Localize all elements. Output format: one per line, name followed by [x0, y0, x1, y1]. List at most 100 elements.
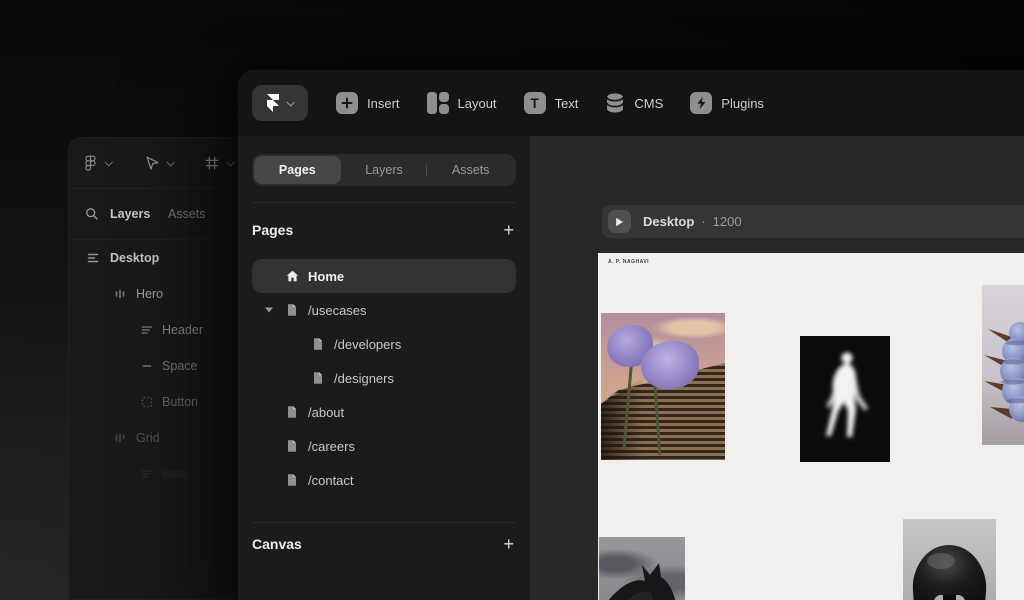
chevron-down-icon: [286, 98, 294, 106]
preview-play-button[interactable]: [608, 210, 631, 233]
horse-graphic: [599, 537, 685, 600]
framer-app-window: Insert Layout T Text CMS P: [238, 70, 1024, 600]
text-tool-icon: T: [524, 92, 546, 114]
xray-figure-graphic: [800, 336, 890, 462]
page-row-about[interactable]: /about: [252, 395, 516, 429]
plus-icon: [336, 92, 358, 114]
page-row-careers[interactable]: /careers: [252, 429, 516, 463]
page-icon: [286, 440, 298, 453]
cms-button[interactable]: CMS: [605, 92, 663, 114]
desktop-artboard[interactable]: A. P. NAGHAVI: [598, 253, 1024, 600]
pages-title: Pages: [252, 222, 293, 238]
layout-button[interactable]: Layout: [427, 92, 497, 114]
plugins-button[interactable]: Plugins: [690, 92, 764, 114]
figma-logo-tool-button[interactable]: [83, 137, 111, 189]
plugins-label: Plugins: [721, 96, 764, 111]
breakpoint-separator: ·: [701, 214, 705, 229]
breakpoint-bar[interactable]: Desktop · 1200: [602, 205, 1024, 238]
canvas-image-helmet[interactable]: [903, 519, 996, 600]
text-lines-icon: [141, 468, 153, 480]
divider: [252, 202, 516, 203]
canvas-image-xray-figure[interactable]: [800, 336, 890, 462]
sidebar-tabs: Pages Layers Assets: [252, 154, 516, 186]
layer-row-space[interactable]: Space: [68, 348, 246, 384]
helmet-graphic: [903, 519, 996, 600]
pages-list: Home /usecases /developers: [252, 259, 516, 497]
tab-layers[interactable]: Layers: [110, 207, 150, 221]
text-button[interactable]: T Text: [524, 92, 579, 114]
artboard-artist-text: A. P. NAGHAVI: [608, 259, 649, 265]
tab-assets[interactable]: Assets: [168, 207, 206, 221]
text-label: Text: [555, 96, 579, 111]
layer-row-grid[interactable]: Grid: [68, 420, 246, 456]
layer-label: Grid: [136, 431, 160, 445]
framer-logo-icon: [267, 94, 279, 112]
page-label: /contact: [308, 473, 354, 488]
canvas-area[interactable]: Desktop · 1200 A. P. NAGHAVI: [530, 136, 1024, 600]
tab-pages[interactable]: Pages: [254, 156, 341, 184]
dash-icon: [141, 360, 153, 372]
pages-section-header: Pages +: [252, 215, 516, 245]
chevron-down-icon: [104, 158, 112, 166]
cms-label: CMS: [634, 96, 663, 111]
toolbar-menu: Insert Layout T Text CMS P: [336, 92, 764, 114]
dotted-square-icon: [141, 396, 153, 408]
move-tool-button[interactable]: [144, 137, 173, 189]
layer-row-faint[interactable]: [68, 456, 246, 492]
cursor-icon: [144, 155, 160, 171]
page-icon: [286, 406, 298, 419]
figma-logo-icon: [83, 155, 98, 171]
layer-label: Space: [162, 359, 197, 373]
page-icon: [286, 304, 298, 317]
layout-icon: [427, 92, 449, 114]
page-row-contact[interactable]: /contact: [252, 463, 516, 497]
caterpillar-graphic: [982, 285, 1024, 445]
page-icon: [312, 372, 324, 385]
frame-icon: [204, 155, 220, 171]
canvas-image-iris-building[interactable]: [601, 313, 725, 460]
page-row-designers[interactable]: /designers: [252, 361, 516, 395]
page-label: /developers: [334, 337, 401, 352]
layer-row-desktop[interactable]: Desktop: [68, 240, 246, 276]
page-row-usecases[interactable]: /usecases: [252, 293, 516, 327]
columns-icon: [114, 432, 126, 444]
page-label: /designers: [334, 371, 394, 386]
layer-label-faded: [162, 470, 188, 478]
add-canvas-button[interactable]: +: [501, 535, 516, 553]
frame-tool-button[interactable]: [204, 137, 233, 189]
search-icon[interactable]: [85, 207, 99, 221]
insert-button[interactable]: Insert: [336, 92, 400, 114]
tab-layers[interactable]: Layers: [341, 156, 428, 184]
background-design-app-panel: Layers Assets Desktop Hero Header Space …: [68, 137, 246, 600]
framer-toolbar: Insert Layout T Text CMS P: [238, 70, 1024, 136]
tab-assets[interactable]: Assets: [427, 156, 514, 184]
page-row-developers[interactable]: /developers: [252, 327, 516, 361]
caret-down-icon[interactable]: [265, 308, 273, 313]
canvas-section-header: Canvas +: [252, 529, 516, 559]
lightning-icon: [690, 92, 712, 114]
framer-menu-button[interactable]: [252, 85, 308, 121]
columns-icon: [114, 288, 126, 300]
layer-row-button[interactable]: Button: [68, 384, 246, 420]
divider: [252, 522, 516, 523]
layer-row-header[interactable]: Header: [68, 312, 246, 348]
canvas-image-caterpillar[interactable]: [982, 285, 1024, 445]
insert-label: Insert: [367, 96, 400, 111]
background-panel-tabs: Layers Assets: [68, 189, 246, 240]
layer-label: Hero: [136, 287, 163, 301]
layer-label: Desktop: [110, 251, 159, 265]
layer-label: Header: [162, 323, 203, 337]
iris-flower: [641, 341, 699, 389]
background-panel-toolbar: [68, 137, 246, 189]
canvas-title: Canvas: [252, 536, 302, 552]
page-row-home[interactable]: Home: [252, 259, 516, 293]
layout-label: Layout: [458, 96, 497, 111]
canvas-image-horse[interactable]: [599, 537, 685, 600]
page-icon: [312, 338, 324, 351]
layer-row-hero[interactable]: Hero: [68, 276, 246, 312]
frame-lines-icon: [87, 252, 99, 264]
text-lines-icon: [141, 324, 153, 336]
home-icon: [286, 270, 299, 282]
add-page-button[interactable]: +: [501, 221, 516, 239]
page-label: /careers: [308, 439, 355, 454]
